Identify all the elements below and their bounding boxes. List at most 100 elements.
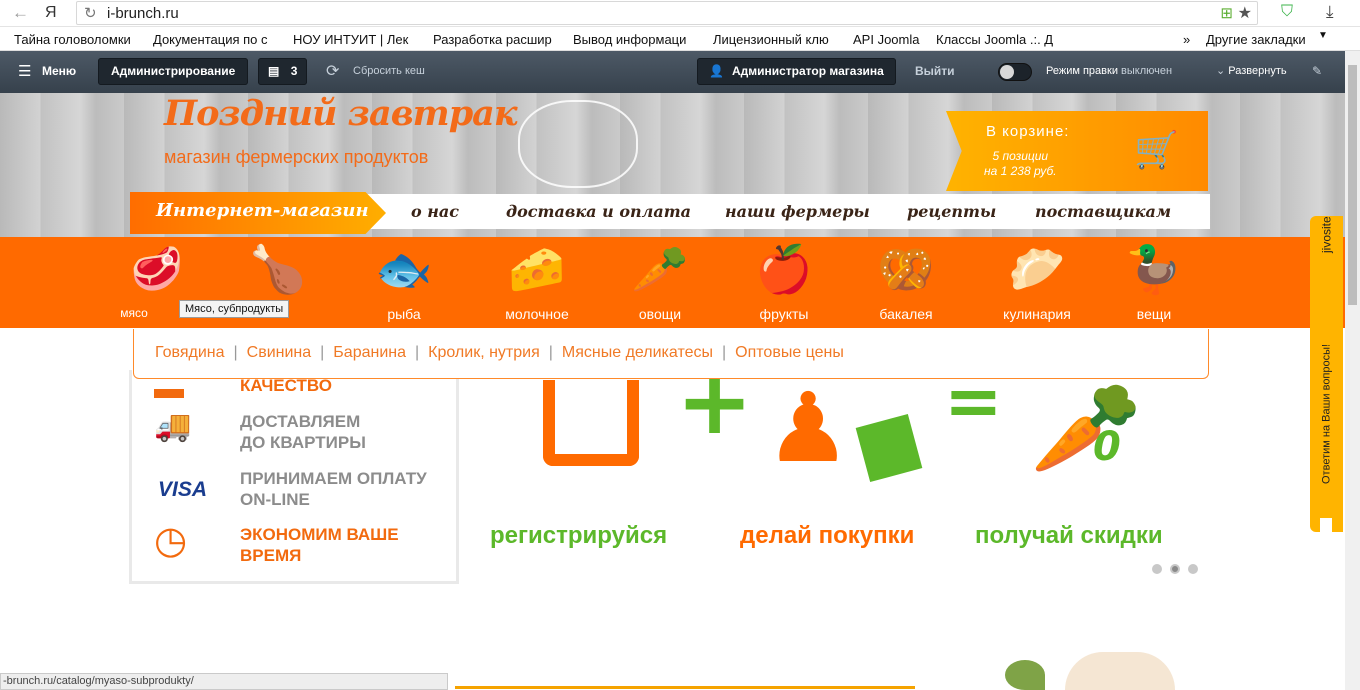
feature-payment: ПРИНИМАЕМ ОПЛАТУ ON-LINE (240, 468, 427, 510)
clear-cache-button[interactable]: Сбросить кеш (353, 58, 425, 85)
submenu-pork[interactable]: Свинина (247, 344, 312, 361)
delivery-truck-icon: 🚚 (154, 410, 192, 443)
vegetables-icon: 🥕 (631, 243, 689, 295)
edit-mode-text: Режим правки (1046, 65, 1118, 77)
vertical-scrollbar[interactable] (1345, 51, 1360, 690)
separator: | (722, 344, 727, 361)
bookmark-6[interactable]: Лицензионный клю (713, 32, 840, 47)
jivo-message: Ответим на Ваши вопросы! (1320, 344, 1333, 485)
category-grocery[interactable]: 🥨 бакалея (846, 237, 966, 328)
category-label: бакалея (879, 306, 933, 322)
category-vegetables[interactable]: 🥕 овощи (600, 237, 720, 328)
slider-dot-1[interactable] (1152, 564, 1162, 574)
feature-time: ЭКОНОМИМ ВАШЕ ВРЕМЯ (240, 524, 399, 566)
bookmark-8[interactable]: Классы Joomla .:. Д (936, 32, 1063, 47)
menu-item-suppliers[interactable]: поставщикам (1035, 202, 1171, 221)
download-icon[interactable]: ⤓ (1326, 2, 1334, 22)
edit-mode-toggle[interactable] (998, 63, 1032, 81)
admin-panel: ☰ Меню Администрирование ▤ 3 ⟳ Сбросить … (0, 51, 1345, 93)
carrot-icon: 🥕 (1030, 376, 1143, 481)
cart-widget[interactable]: В корзине: 5 позиции на 1 238 руб. 🛒 (946, 111, 1208, 191)
menu-item-about[interactable]: о нас (411, 202, 459, 221)
page: ← Я ↻ i-brunch.ru ⊞ ★ ⛉ ⤓ Тайна головоло… (0, 0, 1360, 690)
bookmark-4[interactable]: Разработка расшир (433, 32, 560, 47)
caption-register: регистрируйся (490, 522, 668, 549)
expand-chevron-icon: ⌄ (1216, 65, 1226, 77)
category-fish[interactable]: 🐟 рыба (344, 237, 464, 328)
feature-time-line1: ЭКОНОМИМ ВАШЕ (240, 525, 399, 544)
features-panel: ▬ КАЧЕСТВО 🚚 ДОСТАВЛЯЕМ ДО КВАРТИРЫ VISA… (129, 370, 459, 584)
refresh-icon[interactable]: ⟳ (326, 58, 339, 85)
submenu-delicacies[interactable]: Мясные деликатесы (562, 344, 713, 361)
bookmark-7[interactable]: API Joomla (853, 32, 928, 47)
cart-summary: 5 позиции на 1 238 руб. (984, 149, 1057, 179)
star-icon[interactable]: ★ (1238, 3, 1252, 23)
submenu-wholesale[interactable]: Оптовые цены (735, 344, 844, 361)
scrollbar-thumb[interactable] (1348, 65, 1357, 305)
address-field[interactable]: ↻ i-brunch.ru ⊞ ★ (76, 1, 1258, 25)
submenu-lamb[interactable]: Баранина (333, 344, 406, 361)
fish-icon: 🐟 (375, 243, 433, 295)
edit-mode-label: Режим правки выключен (1046, 58, 1172, 85)
cart-total: на 1 238 руб. (984, 164, 1057, 178)
category-label: вещи (1136, 306, 1172, 322)
computer-icon (543, 380, 639, 466)
bookmark-5[interactable]: Вывод информаци (573, 32, 700, 47)
category-label: рыба (387, 306, 421, 322)
submenu-rabbit[interactable]: Кролик, нутрия (428, 344, 540, 361)
cooking-icon: 🥟 (1008, 243, 1066, 295)
grocery-icon: 🥨 (877, 243, 935, 295)
protect-shield-icon[interactable]: ⛉ (1281, 3, 1293, 21)
user-icon: 👤 (709, 64, 724, 78)
separator: | (548, 344, 553, 361)
menu-button[interactable]: Меню (42, 58, 76, 85)
category-label: фрукты (759, 306, 809, 322)
hamburger-icon[interactable]: ☰ (18, 58, 31, 85)
other-bookmarks-chevron-icon[interactable]: ▼ (1318, 30, 1328, 41)
slider-dot-3[interactable] (1188, 564, 1198, 574)
category-cooking[interactable]: 🥟 кулинария (977, 237, 1097, 328)
shopping-bag-icon (855, 413, 923, 483)
menu-item-delivery[interactable]: доставка и оплата (506, 202, 691, 221)
status-bar: -brunch.ru/catalog/myaso-subprodukty/ (0, 673, 448, 690)
separator: | (320, 344, 325, 361)
caption-buy: делай покупки (740, 522, 915, 549)
caption-discount: получай скидки (975, 522, 1163, 549)
notifications-button[interactable]: ▤ 3 (258, 58, 308, 85)
back-arrow-icon[interactable]: ← (12, 3, 29, 23)
menu-item-farmers[interactable]: наши фермеры (725, 202, 870, 221)
logout-button[interactable]: Выйти (915, 58, 955, 85)
leaf-image (1005, 660, 1045, 690)
other-bookmarks[interactable]: Другие закладки (1206, 32, 1306, 47)
feature-delivery-line2: ДО КВАРТИРЫ (240, 433, 366, 452)
bookmark-2[interactable]: Документация по с (153, 32, 280, 47)
category-fruits[interactable]: 🍎 фрукты (724, 237, 844, 328)
menu-item-recipes[interactable]: рецепты (907, 202, 996, 221)
gingerbread-icon: ♟ (765, 372, 852, 484)
submenu-beef[interactable]: Говядина (155, 344, 224, 361)
more-bookmarks-icon[interactable]: » (1183, 32, 1190, 47)
tooltip: Мясо, субпродукты (179, 300, 290, 318)
shop-admin-button[interactable]: 👤 Администратор магазина (697, 58, 896, 85)
category-dairy[interactable]: 🧀 молочное (477, 237, 597, 328)
bookmark-add-icon[interactable]: ⊞ (1220, 4, 1233, 22)
feature-delivery-line1: ДОСТАВЛЯЕМ (240, 412, 361, 431)
jivosite-text: Ответим на Ваши вопросы! jivosite (1310, 216, 1343, 532)
meat-submenu: Говядина | Свинина | Баранина | Кролик, нутрия… (133, 329, 1209, 379)
yandex-icon[interactable]: Я (45, 3, 57, 23)
slider-dot-2[interactable] (1170, 564, 1180, 574)
bookmark-1[interactable]: Тайна головоломки (14, 32, 144, 47)
pin-icon[interactable]: ✎ (1312, 58, 1322, 85)
bookmark-3[interactable]: НОУ ИНТУИТ | Лек (293, 32, 420, 47)
logo-title[interactable]: Поздний завтрак (164, 93, 518, 134)
reload-icon[interactable]: ↻ (84, 4, 97, 22)
online-shop-tab[interactable]: Интернет-магазин (130, 192, 386, 234)
expand-button[interactable]: ⌄ Развернуть (1216, 58, 1287, 85)
cart-title: В корзине: (986, 123, 1070, 140)
url-text[interactable]: i-brunch.ru (107, 5, 179, 22)
shop-admin-label: Администратор магазина (731, 64, 884, 78)
administration-button[interactable]: Администрирование (98, 58, 249, 85)
category-things[interactable]: 🦆 вещи (1094, 237, 1214, 328)
separator: | (233, 344, 238, 361)
jivosite-widget[interactable]: Ответим на Ваши вопросы! jivosite (1310, 216, 1343, 532)
